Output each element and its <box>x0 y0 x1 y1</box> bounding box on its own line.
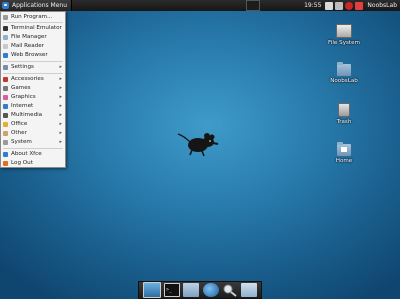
menu-item-multimedia[interactable]: Multimedia ▸ <box>1 111 65 119</box>
submenu-arrow-icon: ▸ <box>59 76 62 82</box>
desktop-icon-noobslab[interactable]: NoobsLab <box>320 62 368 84</box>
menu-item-label: Mail Reader <box>11 43 44 49</box>
clock[interactable]: 19:55 <box>304 2 321 9</box>
show-desktop-icon[interactable] <box>142 282 161 298</box>
terminal-prompt: >_ <box>165 287 173 293</box>
menu-item-label: Multimedia <box>11 112 43 118</box>
menu-item-label: Web Browser <box>11 52 48 58</box>
menu-separator <box>3 61 63 62</box>
submenu-arrow-icon: ▸ <box>59 139 62 145</box>
file-manager-icon <box>3 34 8 40</box>
multimedia-icon <box>3 112 8 118</box>
accessories-icon <box>3 76 8 82</box>
update-notifier-icon[interactable] <box>355 1 364 10</box>
web-browser-icon <box>3 52 8 58</box>
menu-item-label: Settings <box>11 64 34 70</box>
folder-launcher-icon[interactable] <box>241 283 258 297</box>
desktop-icon-trash[interactable]: Trash <box>320 103 368 125</box>
menu-item-web-browser[interactable]: Web Browser <box>1 51 65 59</box>
menu-item-about-xfce[interactable]: About Xfce <box>1 150 65 158</box>
office-icon <box>3 121 8 127</box>
menu-item-label: File Manager <box>11 34 47 40</box>
menu-item-label: Run Program... <box>11 14 53 20</box>
menu-separator <box>3 148 63 149</box>
submenu-arrow-icon: ▸ <box>59 121 62 127</box>
submenu-arrow-icon: ▸ <box>59 85 62 91</box>
menu-item-label: Accessories <box>11 76 44 82</box>
menu-item-run-program[interactable]: Run Program... <box>1 13 65 21</box>
menu-item-graphics[interactable]: Graphics ▸ <box>1 93 65 101</box>
games-icon <box>3 85 8 91</box>
top-panel: Applications Menu 19:55 NoobsLab <box>0 0 400 11</box>
menu-separator <box>3 73 63 74</box>
menu-item-label: Other <box>11 130 27 136</box>
other-icon <box>3 130 8 136</box>
menu-separator <box>3 22 63 23</box>
folder-icon <box>337 62 351 76</box>
volume-icon[interactable] <box>335 1 344 10</box>
desktop-icon-label: Trash <box>336 119 352 125</box>
about-icon <box>3 151 8 157</box>
home-folder-icon <box>337 142 351 156</box>
trash-icon <box>338 103 350 117</box>
submenu-arrow-icon: ▸ <box>59 130 62 136</box>
menu-item-label: Office <box>11 121 28 127</box>
submenu-arrow-icon: ▸ <box>59 64 62 70</box>
drive-icon <box>336 24 352 38</box>
menu-item-games[interactable]: Games ▸ <box>1 84 65 92</box>
bottom-dock: >_ <box>138 281 262 299</box>
desktop-icon-label: File System <box>328 40 360 46</box>
desktop-icon-home[interactable]: Home <box>320 142 368 164</box>
web-browser-launcher-icon[interactable] <box>202 283 219 297</box>
menu-item-label: Graphics <box>11 94 36 100</box>
menu-item-settings[interactable]: Settings ▸ <box>1 63 65 71</box>
system-icon <box>3 139 8 145</box>
menu-item-office[interactable]: Office ▸ <box>1 120 65 128</box>
menu-item-terminal-emulator[interactable]: Terminal Emulator <box>1 24 65 32</box>
network-icon[interactable] <box>325 1 334 10</box>
internet-icon <box>3 103 8 109</box>
menu-item-accessories[interactable]: Accessories ▸ <box>1 75 65 83</box>
menu-item-label: Terminal Emulator <box>11 25 62 31</box>
file-manager-launcher-icon[interactable] <box>183 283 200 297</box>
menu-item-label: System <box>11 139 32 145</box>
menu-item-file-manager[interactable]: File Manager <box>1 33 65 41</box>
menu-item-mail-reader[interactable]: Mail Reader <box>1 42 65 50</box>
search-icon[interactable] <box>222 283 238 297</box>
submenu-arrow-icon: ▸ <box>59 112 62 118</box>
menu-item-label: About Xfce <box>11 151 42 157</box>
mail-icon <box>3 43 8 49</box>
menu-item-label: Log Out <box>11 160 33 166</box>
graphics-icon <box>3 94 8 100</box>
run-program-icon <box>3 14 8 20</box>
terminal-launcher-icon[interactable]: >_ <box>163 283 180 297</box>
submenu-arrow-icon: ▸ <box>59 103 62 109</box>
desktop-icon-file-system[interactable]: File System <box>320 24 368 46</box>
xfce-mouse-mascot <box>177 133 219 157</box>
menu-item-internet[interactable]: Internet ▸ <box>1 102 65 110</box>
log-out-icon <box>3 160 8 166</box>
terminal-icon <box>3 25 8 31</box>
desktop-icon-label: NoobsLab <box>330 78 358 84</box>
xfce-logo-icon <box>2 2 9 9</box>
applications-menu-label: Applications Menu <box>12 2 68 9</box>
settings-icon <box>3 64 8 70</box>
applications-menu: Run Program... Terminal Emulator File Ma… <box>0 11 66 168</box>
menu-item-label: Games <box>11 85 31 91</box>
menu-item-log-out[interactable]: Log Out <box>1 159 65 167</box>
menu-item-system[interactable]: System ▸ <box>1 138 65 146</box>
applications-menu-button[interactable]: Applications Menu <box>0 0 73 11</box>
user-menu[interactable]: NoobsLab <box>367 2 397 9</box>
submenu-arrow-icon: ▸ <box>59 94 62 100</box>
power-icon[interactable] <box>345 1 354 10</box>
menu-item-label: Internet <box>11 103 34 109</box>
desktop-icon-label: Home <box>335 158 353 164</box>
menu-item-other[interactable]: Other ▸ <box>1 129 65 137</box>
workspace-switcher[interactable] <box>246 0 261 11</box>
